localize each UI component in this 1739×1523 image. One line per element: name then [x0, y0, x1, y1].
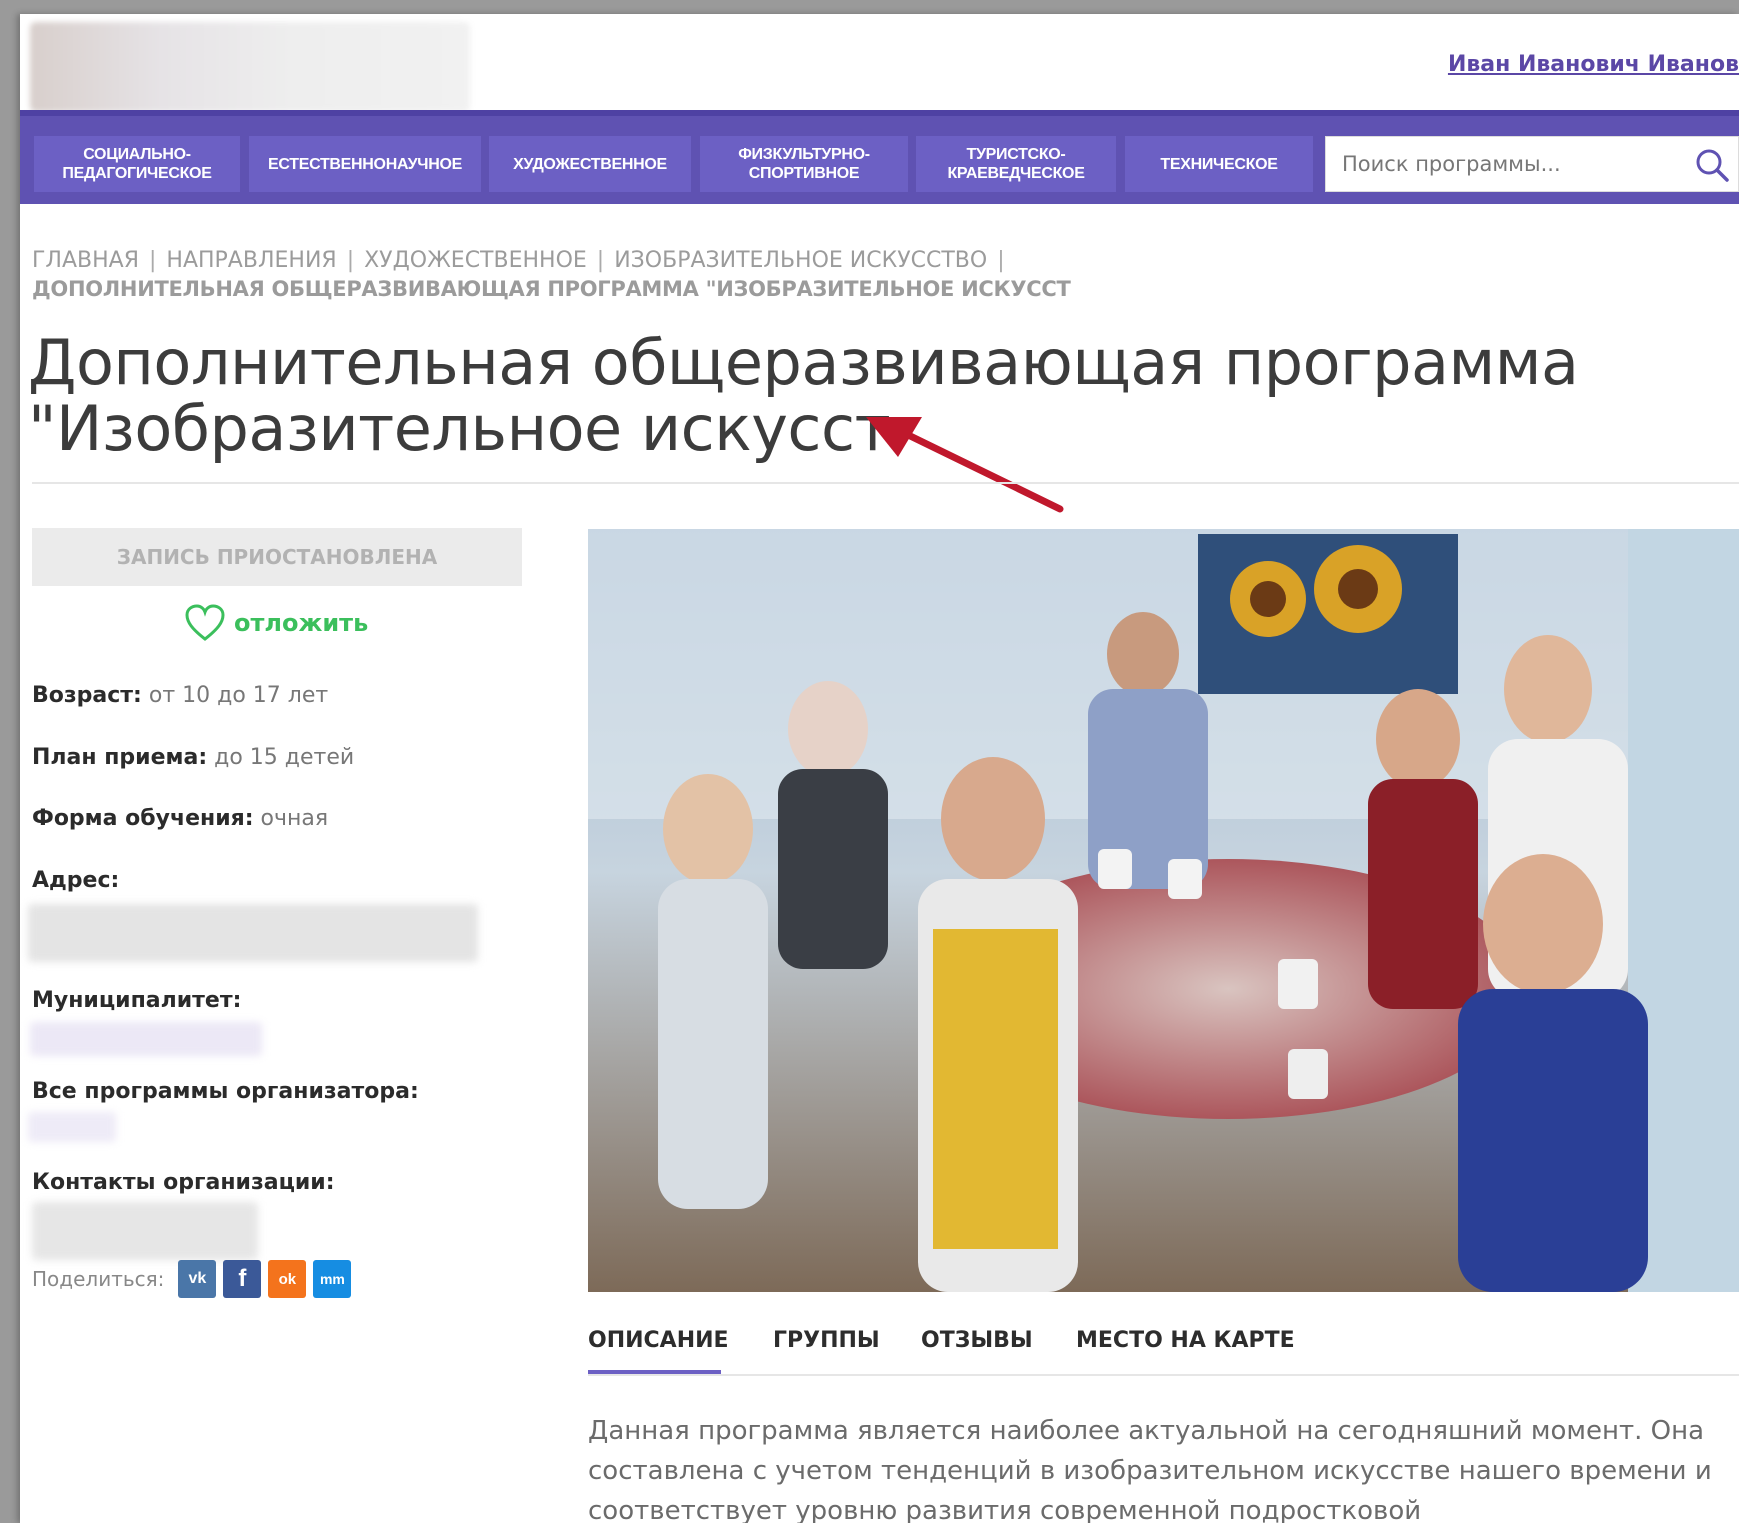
tabs: Описание Группы Отзывы Место на карте	[588, 1314, 1739, 1376]
breadcrumb-item-home[interactable]: Главная	[32, 248, 139, 273]
age-label: Возраст:	[32, 683, 142, 708]
address-value-blurred	[28, 904, 478, 962]
plan-label: План приема:	[32, 745, 208, 770]
main-nav: Социально-педагогическое Естественнонауч…	[20, 110, 1739, 204]
address-label: Адрес:	[32, 868, 120, 893]
logo-blurred[interactable]	[30, 22, 470, 112]
plan-value: до 15 детей	[214, 745, 355, 770]
breadcrumb-separator: |	[346, 248, 355, 273]
signup-status-button[interactable]: Запись приостановлена	[32, 528, 522, 586]
nav-item-natural-science[interactable]: Естественнонаучное	[249, 136, 481, 192]
nav-item-art[interactable]: Художественное	[489, 136, 691, 192]
program-photo[interactable]	[588, 529, 1739, 1292]
moimir-share-button[interactable]: mm	[313, 1260, 352, 1298]
nav-item-technical[interactable]: Техническое	[1125, 136, 1313, 192]
form-value: очная	[260, 806, 329, 831]
user-profile-link[interactable]: Иван Иванович Иванов	[1448, 52, 1739, 77]
all-programs-row: Все программы организатора:	[32, 1079, 419, 1104]
all-programs-link-blurred[interactable]	[28, 1112, 116, 1142]
divider	[32, 482, 1739, 484]
tab-groups[interactable]: Группы	[773, 1328, 880, 1353]
contacts-value-blurred	[32, 1202, 258, 1260]
odnoklassniki-icon: ok	[278, 1270, 297, 1288]
age-row: Возраст: от 10 до 17 лет	[32, 683, 328, 708]
breadcrumb-separator: |	[596, 248, 605, 273]
save-label: отложить	[234, 609, 369, 637]
tab-map[interactable]: Место на карте	[1076, 1328, 1295, 1353]
search-input[interactable]	[1326, 137, 1676, 191]
nav-item-label: Социально-педагогическое	[62, 146, 212, 182]
heart-icon	[185, 604, 225, 641]
vk-share-button[interactable]: vk	[178, 1260, 217, 1298]
nav-item-label: Техническое	[1160, 155, 1278, 173]
moimir-icon: mm	[319, 1271, 345, 1287]
address-row: Адрес:	[32, 868, 119, 893]
vk-icon: vk	[188, 1270, 207, 1287]
description-text: Данная программа является наиболее актуа…	[588, 1416, 1712, 1523]
page-title-line2: "Изобразительное искусст	[28, 392, 891, 465]
share-label: Поделиться:	[32, 1267, 165, 1291]
page-title: Дополнительная общеразвивающая программа…	[28, 330, 1628, 462]
odnoklassniki-share-button[interactable]: ok	[268, 1260, 307, 1298]
municipality-value-blurred[interactable]	[30, 1022, 262, 1056]
browser-page: Иван Иванович Иванов Социально-педагогич…	[20, 14, 1739, 1523]
facebook-share-button[interactable]: f	[223, 1260, 262, 1298]
nav-item-social[interactable]: Социально-педагогическое	[34, 136, 240, 192]
tab-reviews[interactable]: Отзывы	[921, 1328, 1033, 1353]
age-value: от 10 до 17 лет	[148, 683, 329, 708]
breadcrumb-separator: |	[148, 248, 157, 273]
all-programs-label: Все программы организатора:	[32, 1079, 419, 1104]
contacts-label: Контакты организации:	[32, 1170, 335, 1195]
contacts-row: Контакты организации:	[32, 1170, 335, 1195]
form-row: Форма обучения: очная	[32, 806, 328, 831]
municipality-label: Муниципалитет:	[32, 988, 242, 1013]
photo-illustration	[588, 529, 1739, 1292]
nav-item-label: Физкультурно-спортивное	[738, 146, 870, 182]
breadcrumb: Главная | Направления | Художественное | Изобр…	[32, 246, 1232, 304]
breadcrumb-item-art[interactable]: Художественное	[364, 248, 587, 273]
red-arrow-annotation	[866, 417, 1064, 513]
breadcrumb-item-directions[interactable]: Направления	[166, 248, 336, 273]
save-for-later-button[interactable]: отложить	[184, 601, 368, 645]
share-row: Поделиться: vk f ok mm	[32, 1260, 358, 1298]
nav-item-tourism[interactable]: Туристско-краеведческое	[916, 136, 1116, 192]
tab-description[interactable]: Описание	[588, 1328, 729, 1353]
breadcrumb-current: Дополнительная общеразвивающая программа…	[32, 277, 1071, 301]
search-icon[interactable]	[1694, 147, 1730, 183]
search-box	[1325, 136, 1739, 192]
nav-item-label: Туристско-краеведческое	[947, 146, 1085, 182]
municipality-row: Муниципалитет:	[32, 988, 241, 1013]
form-label: Форма обучения:	[32, 806, 254, 831]
nav-item-sport[interactable]: Физкультурно-спортивное	[700, 136, 908, 192]
nav-item-label: Естественнонаучное	[268, 155, 462, 173]
page-title-line1: Дополнительная общеразвивающая программа	[28, 326, 1579, 399]
facebook-icon: f	[238, 1265, 247, 1292]
breadcrumb-item-fine-art[interactable]: Изобразительное искусство	[614, 248, 987, 273]
active-tab-indicator	[588, 1370, 721, 1374]
nav-item-label: Художественное	[513, 155, 667, 173]
plan-row: План приема: до 15 детей	[32, 745, 354, 770]
breadcrumb-separator: |	[997, 248, 1005, 273]
